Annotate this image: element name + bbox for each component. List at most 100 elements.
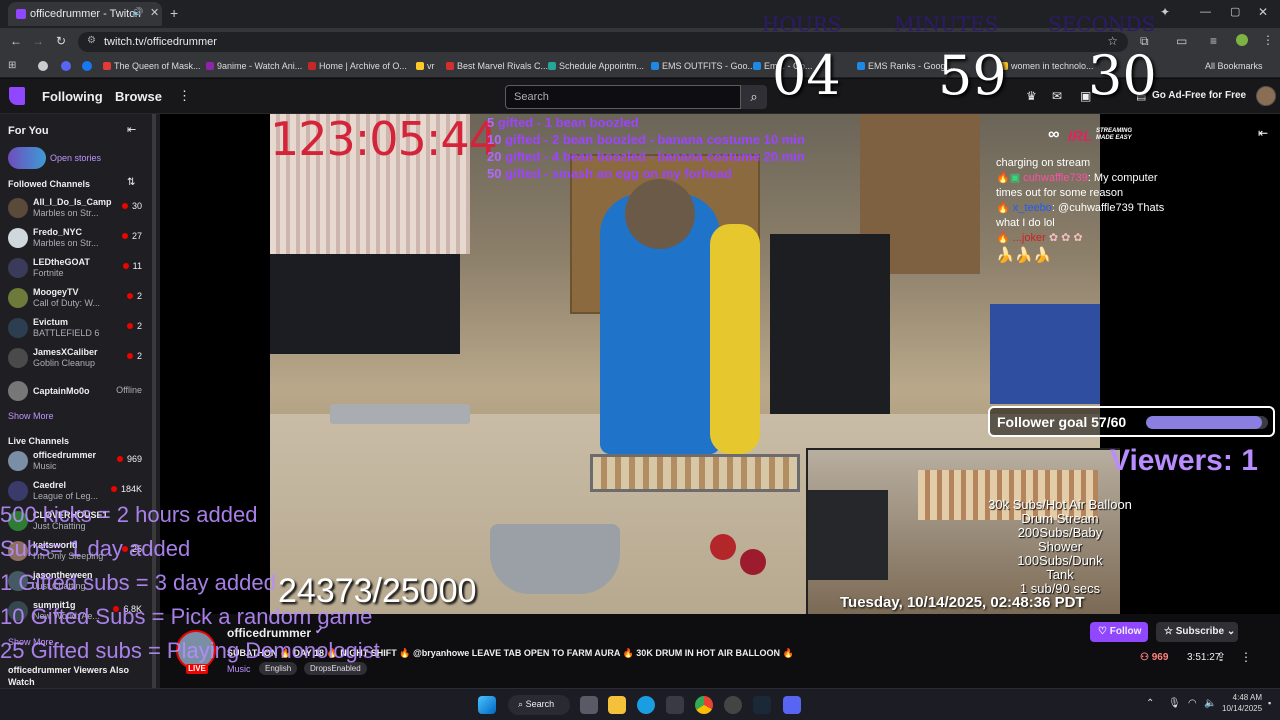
chrome-icon[interactable] [695, 696, 713, 714]
maximize-icon[interactable]: ▢ [1230, 5, 1240, 18]
open-stories-link[interactable]: Open stories [50, 153, 101, 163]
sidebar-channel-followed[interactable]: JamesXCaliber Goblin Cleanup 2 [0, 344, 150, 372]
sort-icon[interactable]: ⇅ [127, 177, 135, 188]
sidebar-channel-offline[interactable]: CaptainMo0o Offline [0, 377, 150, 405]
store-icon[interactable] [666, 696, 684, 714]
person-icon: ⚇ [1140, 652, 1149, 663]
more-menu-icon[interactable]: ⋮ [178, 88, 191, 104]
show-more-followed[interactable]: Show More [8, 411, 54, 421]
sidebar-channel-followed[interactable]: MoogeyTV Call of Duty: W... 2 [0, 284, 150, 312]
irl-logo-mark: ∞ [1048, 126, 1060, 143]
microphone-icon[interactable]: 🎙 [1168, 698, 1181, 709]
discord-icon[interactable] [783, 696, 801, 714]
apps-grid-icon[interactable]: ⊞ [8, 60, 16, 71]
viewer-count: 11 [123, 261, 142, 271]
following-link[interactable]: Following [42, 89, 103, 104]
discord-bookmark-icon[interactable] [61, 61, 71, 71]
sub-goal-item: Shower [1037, 539, 1083, 554]
task-view-icon[interactable] [580, 696, 598, 714]
channel-name: Evictum [33, 317, 69, 327]
browser-tab[interactable]: officedrummer - Twitch 🔊 ✕ [8, 2, 162, 26]
monitor-screen [990, 304, 1100, 404]
sink [330, 404, 470, 424]
banana-costume [710, 224, 760, 454]
heart-icon: ♡ [1098, 626, 1107, 637]
bookmark-item[interactable]: EMS OUTFITS - Goo... [651, 61, 755, 71]
search-input[interactable]: Search [505, 85, 741, 109]
user-avatar[interactable] [1256, 86, 1276, 106]
sidebar-channel-followed[interactable]: Evictum BATTLEFIELD 6 2 [0, 314, 150, 342]
channel-category: BATTLEFIELD 6 [33, 328, 100, 338]
bookmark-item[interactable]: The Queen of Mask... [103, 61, 201, 71]
gift-rule-row: 10 gifted - 2 bean boozled - banana cost… [487, 132, 805, 147]
forward-icon[interactable]: → [32, 34, 44, 48]
back-icon[interactable]: ← [10, 34, 22, 48]
subscribe-button[interactable]: ☆ Subscribe ⌄ [1156, 622, 1238, 642]
apple [710, 534, 736, 560]
tray-chevron-icon[interactable]: ⌃ [1146, 698, 1154, 709]
sidebar-channel-followed[interactable]: LEDtheGOAT Fortnite 11 [0, 254, 150, 282]
channel-category: Marbles on Str... [33, 208, 99, 218]
channel-category: Marbles on Str... [33, 238, 99, 248]
volume-icon[interactable]: 🔈 [1204, 698, 1216, 709]
taskbar-date[interactable]: 10/14/2025 [1222, 704, 1262, 713]
avatar [8, 381, 28, 401]
file-explorer-icon[interactable] [608, 696, 626, 714]
sidebar-channel-live[interactable]: officedrummer Music 969 [0, 447, 150, 475]
close-window-icon[interactable]: ✕ [1258, 5, 1268, 19]
all-bookmarks[interactable]: All Bookmarks [1205, 61, 1263, 71]
new-tab-icon[interactable]: + [170, 5, 178, 21]
steam-icon[interactable] [753, 696, 771, 714]
windows-start-icon[interactable] [478, 696, 496, 714]
sub-goal-item: 100Subs/Dunk [1017, 553, 1103, 568]
sub-goal-item: Drum Stream [1021, 511, 1099, 526]
tab-title: officedrummer - Twitch [30, 8, 141, 20]
taskbar-search[interactable]: ⌕ Search [508, 695, 570, 715]
viewer-count: 184K [111, 484, 142, 494]
minimize-icon[interactable]: — [1200, 6, 1211, 18]
viewer-count: 30 [122, 201, 142, 211]
browser-menu-icon[interactable]: ⋮ [1262, 33, 1274, 47]
channel-name: officedrummer [33, 450, 97, 460]
search-icon: ⌕ [518, 699, 524, 709]
bookmark-item[interactable]: vr [416, 61, 435, 71]
browse-link[interactable]: Browse [115, 89, 162, 104]
collapse-sidebar-icon[interactable]: ⇤ [127, 123, 136, 136]
github-bookmark-icon[interactable] [38, 61, 48, 71]
taskbar-time[interactable]: 4:48 AM [1222, 693, 1262, 702]
avatar [8, 228, 28, 248]
viewers-overlay: Viewers: 1 [1110, 444, 1258, 477]
wifi-icon[interactable]: ◠ [1188, 698, 1197, 709]
sidebar-channel-followed[interactable]: Fredo_NYC Marbles on Str... 27 [0, 224, 150, 252]
chat-overlay: charging on stream 🔥▣ cuhwaffle739: My c… [996, 156, 1172, 263]
kicks-rule: 1 Gifted subs = 3 day added [0, 570, 276, 595]
app-icon[interactable] [724, 696, 742, 714]
sidebar-channel-followed[interactable]: All_I_Do_Is_Camp Marbles on Str... 30 [0, 194, 150, 222]
bookmark-item[interactable]: Home | Archive of O... [308, 61, 407, 71]
bookmark-item[interactable]: 9anime - Watch Ani... [206, 61, 302, 71]
viewer-count: 2 [127, 351, 142, 361]
channel-category: Call of Duty: W... [33, 298, 101, 308]
edge-icon[interactable] [637, 696, 655, 714]
follower-goal-widget: Follower goal 57/60 [988, 406, 1275, 437]
stories-avatars[interactable] [8, 147, 46, 169]
follow-button[interactable]: ♡ Follow [1090, 622, 1148, 642]
twitch-logo-icon[interactable] [9, 87, 25, 105]
notification-icon[interactable]: ▪ [1268, 698, 1271, 708]
apple [740, 549, 766, 575]
bookmark-item[interactable]: Schedule Appointm... [548, 61, 644, 71]
reload-icon[interactable]: ↻ [56, 34, 66, 48]
more-options-icon[interactable]: ⋮ [1240, 650, 1252, 664]
profile-avatar[interactable] [1236, 34, 1248, 46]
pizza-tray [590, 454, 800, 492]
mute-tab-icon[interactable]: 🔊 [132, 7, 143, 18]
close-tab-icon[interactable]: ✕ [150, 6, 159, 19]
windows-taskbar: ⌕ Search ⌃ 🎙 ◠ 🔈 4:48 AM 10/14/2025 ▪ [0, 688, 1280, 720]
kicks-rule: 500 kicks = 2 hours added [0, 502, 258, 527]
media-icon[interactable]: ≡ [1210, 34, 1217, 48]
expand-chat-icon[interactable]: ⇤ [1258, 126, 1268, 140]
share-icon[interactable]: ⇪ [1216, 650, 1226, 664]
bookmark-item[interactable]: Best Marvel Rivals C... [446, 61, 548, 71]
site-info-icon[interactable]: ⚙ [87, 35, 96, 46]
facebook-bookmark-icon[interactable] [82, 61, 92, 71]
